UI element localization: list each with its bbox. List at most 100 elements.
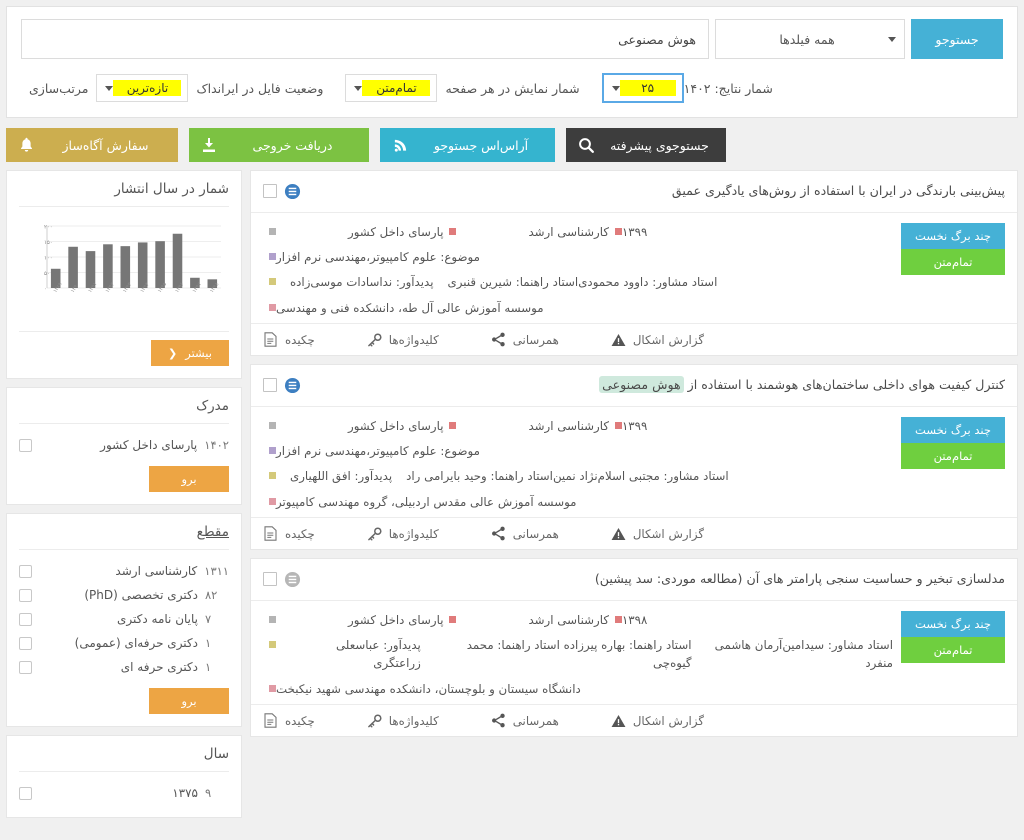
document-facet-panel: مدرک پارسای داخل کشور ۱۴۰۲ برو <box>6 387 242 505</box>
share-action[interactable]: همرسانی <box>491 713 559 728</box>
facet-item[interactable]: پایان نامه دکتری ۷ <box>19 607 229 631</box>
bell-icon <box>16 135 36 155</box>
chevron-down-icon <box>105 85 114 91</box>
document-icon <box>263 526 278 541</box>
bullet-icon <box>269 303 276 311</box>
bullet-icon <box>269 615 276 623</box>
abstract-action[interactable]: چکیده <box>263 526 315 541</box>
keywords-action[interactable]: کلیدواژه‌ها <box>367 332 439 347</box>
facet-checkbox[interactable] <box>19 636 32 650</box>
per-page-select[interactable]: ۲۵ <box>601 73 684 103</box>
abstract-action[interactable]: چکیده <box>263 713 315 728</box>
publication-year-chart-panel: شمار در سال انتشار ۰۵۰۱۰۰۱۵۰۲۰۰۱۳۸۹۱۳۹۰۱… <box>6 170 242 379</box>
facet-label: پارسای داخل کشور <box>100 438 198 452</box>
abstract-label: چکیده <box>285 713 315 728</box>
keywords-label: کلیدواژه‌ها <box>388 713 439 728</box>
result-subject: موضوع: علوم کامپیوتر،مهندسی نرم افزار <box>276 444 480 459</box>
report-action[interactable]: گزارش اشکال <box>611 526 704 541</box>
facet-checkbox[interactable] <box>19 612 32 626</box>
level-facet-go-button[interactable]: برو <box>149 688 229 714</box>
report-action[interactable]: گزارش اشکال <box>611 713 704 728</box>
result-meta: پارسای داخل کشور کارشناسی ارشد ۱۳۹۸ پدید… <box>263 611 901 698</box>
result-meta: پارسای داخل کشور کارشناسی ارشد ۱۳۹۹ موضو… <box>263 417 901 511</box>
result-body: چند برگ نخست تمام‌متن پارسای داخل کشور ک… <box>251 213 1017 323</box>
abstract-action[interactable]: چکیده <box>263 332 315 347</box>
result-institution: موسسه آموزش عالی آل طه، دانشکده فنی و مه… <box>276 300 544 315</box>
per-page-value: ۲۵ <box>619 80 676 96</box>
facet-checkbox[interactable] <box>19 564 32 578</box>
report-action[interactable]: گزارش اشکال <box>611 332 704 347</box>
level-facet-panel: مقطع کارشناسی ارشد ۱۳۱۱ دکتری تخصصی (PhD… <box>6 513 242 727</box>
document-icon <box>263 332 278 347</box>
meta-row-institution: دانشگاه سیستان و بلوچستان، دانشکده مهندس… <box>263 680 893 698</box>
keywords-action[interactable]: کلیدواژه‌ها <box>367 713 439 728</box>
result-footer: چکیده کلیدواژه‌ها همرسانی <box>251 323 1017 355</box>
facet-checkbox[interactable] <box>19 588 32 602</box>
facet-label: دکتری حرفه ای <box>120 660 198 674</box>
result-select-checkbox[interactable] <box>263 184 277 199</box>
badge-first-pages: چند برگ نخست <box>901 222 1005 249</box>
bullet-icon <box>449 227 457 235</box>
results-count: شمار نتایج: ۱۴۰۲ <box>683 80 773 96</box>
search-field-select[interactable]: همه فیلدها <box>715 19 905 59</box>
search-panel: جستوجو همه فیلدها مرتب‌سازی تازه‌ترین وض… <box>6 6 1018 118</box>
document-type-icon <box>284 183 301 200</box>
abstract-label: چکیده <box>285 332 315 347</box>
meta-row-type: پارسای داخل کشور کارشناسی ارشد ۱۳۹۹ <box>263 417 893 435</box>
document-icon <box>263 713 278 728</box>
result-year: ۱۳۹۹ <box>621 418 648 433</box>
chevron-down-icon <box>354 85 363 91</box>
svg-text:۰: ۰ <box>44 287 47 293</box>
search-input[interactable] <box>21 19 709 59</box>
facet-checkbox[interactable] <box>19 660 32 674</box>
bullet-icon <box>269 472 276 480</box>
facet-item[interactable]: ۱۳۷۵ ۹ <box>19 781 229 805</box>
advanced-search-button[interactable]: جستوجوی پیشرفته <box>566 128 726 162</box>
bullet-icon <box>614 421 622 429</box>
facet-item[interactable]: دکتری حرفه ای ۱ <box>19 655 229 679</box>
warning-icon <box>611 713 626 728</box>
facet-checkbox[interactable] <box>19 786 32 800</box>
bullet-icon <box>269 278 276 286</box>
result-title[interactable]: کنترل کیفیت هوای داخلی ساختمان‌های هوشمن… <box>308 376 1005 395</box>
rss-icon <box>390 135 410 155</box>
facet-item[interactable]: پارسای داخل کشور ۱۴۰۲ <box>19 433 229 457</box>
share-action[interactable]: همرسانی <box>491 526 559 541</box>
facet-checkbox[interactable] <box>19 438 32 452</box>
bullet-icon <box>269 641 276 649</box>
sort-select[interactable]: تازه‌ترین <box>96 74 189 102</box>
result-title[interactable]: مدلسازی تبخیر و حساسیت سنجی پارامتر های … <box>308 570 1005 589</box>
sidebar: شمار در سال انتشار ۰۵۰۱۰۰۱۵۰۲۰۰۱۳۸۹۱۳۹۰۱… <box>6 170 242 818</box>
search-button[interactable]: جستوجو <box>911 19 1003 59</box>
rss-button[interactable]: آر‌اس‌اس جستوجو <box>380 128 555 162</box>
bullet-icon <box>269 684 276 692</box>
result-degree: کارشناسی ارشد <box>528 224 609 239</box>
export-label: دریافت خروجی <box>252 137 333 153</box>
meta-row-people: پدیدآور: عباسعلی زراعتگری استاد راهنما: … <box>263 636 893 673</box>
alert-subscribe-button[interactable]: سفارش آگاه‌ساز <box>6 128 178 162</box>
result-select-checkbox[interactable] <box>263 572 277 587</box>
file-status-select[interactable]: تمام‌متن <box>345 74 438 102</box>
facet-item[interactable]: دکتری حرفه‌ای (عمومی) ۱ <box>19 631 229 655</box>
chart-more-label: بیشتر <box>185 346 212 360</box>
sort-label: مرتب‌سازی <box>29 80 89 96</box>
document-facet-go-button[interactable]: برو <box>149 466 229 492</box>
chart-more-button[interactable]: ❮ بیشتر <box>151 340 229 366</box>
meta-row-institution: موسسه آموزش عالی آل طه، دانشکده فنی و مه… <box>263 299 893 317</box>
facet-label: پایان نامه دکتری <box>117 612 198 626</box>
export-button[interactable]: دریافت خروجی <box>189 128 369 162</box>
keywords-action[interactable]: کلیدواژه‌ها <box>367 526 439 541</box>
facet-item[interactable]: دکتری تخصصی (PhD) ۸۲ <box>19 583 229 607</box>
bullet-icon <box>269 253 276 261</box>
result-supervisor: استاد راهنما: بهاره پیرزاده استاد راهنما… <box>466 638 692 671</box>
facet-count: ۷ <box>205 612 212 626</box>
result-select-checkbox[interactable] <box>263 378 277 393</box>
result-header: مدلسازی تبخیر و حساسیت سنجی پارامتر های … <box>251 559 1017 601</box>
facet-item[interactable]: کارشناسی ارشد ۱۳۱۱ <box>19 559 229 583</box>
search-term-highlight: هوش مصنوعی <box>599 376 684 394</box>
result-title[interactable]: پیش‌بینی بارندگی در ایران با استفاده از … <box>308 182 1005 201</box>
share-action[interactable]: همرسانی <box>491 332 559 347</box>
result-badges: چند برگ نخست تمام‌متن <box>901 610 1005 698</box>
bullet-icon <box>614 615 622 623</box>
year-facet-panel: سال ۱۳۷۵ ۹ <box>6 735 242 818</box>
